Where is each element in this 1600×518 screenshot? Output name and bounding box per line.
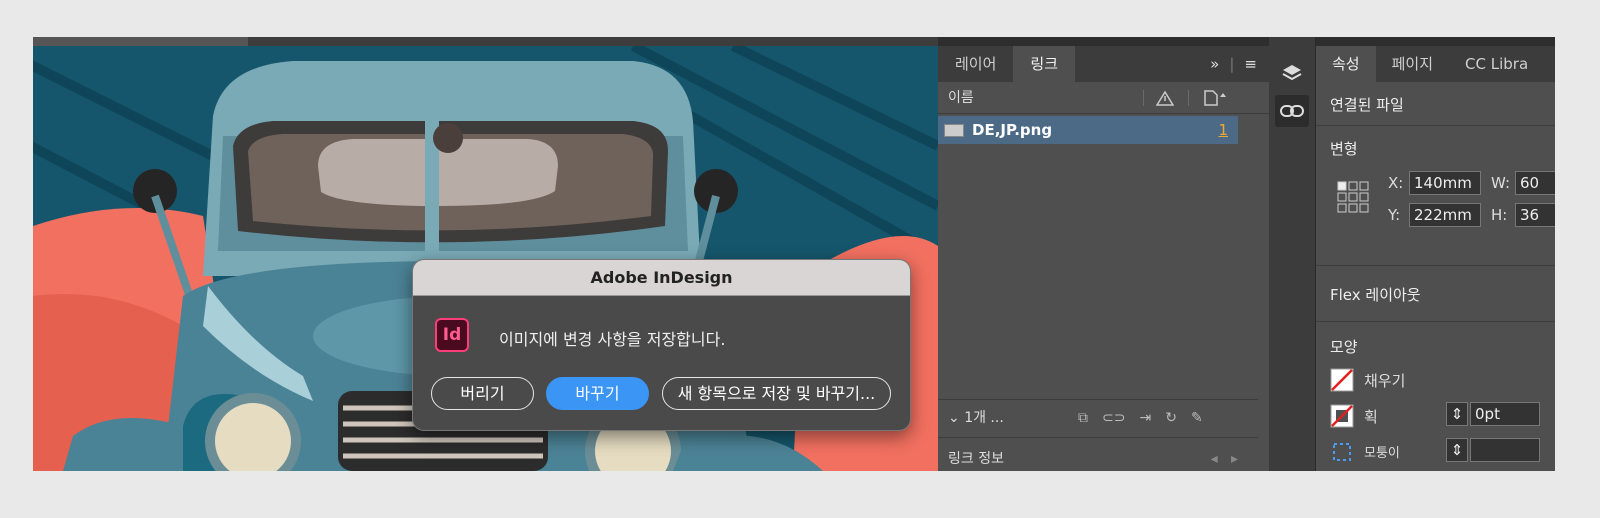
indesign-window: 레이어 링크 » | ≡ 이름 DE,JP.png 1 ⌄ 1개 ... ⧉ ⊂… [33, 37, 1555, 471]
transform-section: 변형 X: 140mm W: 60 Y: 222mm H: 36 [1316, 126, 1555, 266]
links-column-header: 이름 [938, 82, 1269, 114]
h-label: H: [1491, 206, 1508, 224]
y-label: Y: [1388, 206, 1401, 224]
link-page-number[interactable]: 1 [1218, 116, 1228, 144]
stroke-label: 획 [1364, 408, 1378, 426]
link-file-name: DE,JP.png [972, 121, 1053, 139]
flex-layout-section: Flex 레이아웃 [1316, 266, 1555, 322]
dialog-message: 이미지에 변경 사항을 저장합니다. [499, 330, 726, 349]
panel-tools: » | ≡ [1210, 46, 1257, 82]
edit-original-icon[interactable]: ✎ [1191, 400, 1203, 436]
corner-icon[interactable] [1330, 440, 1354, 464]
indesign-app-icon: Id [435, 318, 469, 352]
expand-panel-icon[interactable]: » [1210, 46, 1219, 82]
save-changes-dialog: Adobe InDesign Id 이미지에 변경 사항을 저장합니다. 버리기… [412, 259, 911, 431]
link-row[interactable]: DE,JP.png 1 [938, 116, 1238, 144]
links-panel: 레이어 링크 » | ≡ 이름 DE,JP.png 1 ⌄ 1개 ... ⧉ ⊂… [938, 37, 1269, 471]
page-icon[interactable] [1204, 90, 1226, 106]
links-icon[interactable] [1275, 95, 1309, 127]
stroke-swatch-icon[interactable] [1330, 404, 1354, 428]
go-to-link-icon[interactable]: ⇥ [1139, 400, 1151, 436]
width-field[interactable]: 60 [1515, 171, 1555, 195]
column-name-label[interactable]: 이름 [948, 82, 974, 114]
relink-icon[interactable]: ⊂⊃ [1102, 400, 1125, 436]
link-info-section: 링크 정보 ◂ ▸ [938, 437, 1258, 471]
appearance-title: 모양 [1330, 338, 1358, 356]
transform-title: 변형 [1330, 140, 1358, 158]
tab-pages[interactable]: 페이지 [1376, 46, 1449, 82]
panel-menu-icon[interactable]: ≡ [1244, 46, 1257, 82]
save-as-and-replace-button[interactable]: 새 항목으로 저장 및 바꾸기... [662, 377, 891, 410]
dialog-title: Adobe InDesign [413, 260, 910, 296]
selection-summary[interactable]: ⌄ 1개 ... [948, 400, 1004, 436]
fill-swatch-icon[interactable] [1330, 368, 1354, 392]
linked-file-section: 연결된 파일 [1316, 82, 1555, 126]
links-footer: ⌄ 1개 ... ⧉ ⊂⊃ ⇥ ↻ ✎ [938, 399, 1258, 435]
stroke-weight-field[interactable]: 0pt [1470, 402, 1540, 426]
tab-layers[interactable]: 레이어 [938, 46, 1013, 82]
y-position-field[interactable]: 222mm [1409, 203, 1481, 227]
canvas-ruler [33, 37, 938, 46]
w-label: W: [1491, 174, 1511, 192]
replace-button[interactable]: 바꾸기 [546, 377, 649, 410]
linked-file-title[interactable]: 연결된 파일 [1330, 94, 1404, 115]
layers-icon[interactable] [1275, 57, 1309, 89]
tab-links[interactable]: 링크 [1013, 46, 1076, 82]
tab-cc-libraries[interactable]: CC Libra [1449, 46, 1544, 82]
collapsed-panel-strip [1269, 37, 1315, 471]
panel-collapse-bar[interactable] [1316, 37, 1555, 46]
stroke-stepper[interactable]: ⇕ [1446, 402, 1468, 426]
separator: | [1229, 55, 1235, 73]
flex-layout-title[interactable]: Flex 레이아웃 [1330, 284, 1421, 305]
corner-stepper[interactable]: ⇕ [1446, 438, 1468, 462]
fill-label: 채우기 [1364, 372, 1406, 390]
panel-collapse-bar[interactable] [938, 37, 1269, 46]
properties-tabs: 속성 페이지 CC Libra [1316, 46, 1555, 82]
discard-button[interactable]: 버리기 [431, 377, 534, 410]
height-field[interactable]: 36 [1515, 203, 1555, 227]
relink-cc-icon[interactable]: ⧉ [1078, 400, 1088, 436]
image-thumbnail-icon [944, 124, 964, 137]
link-info-nav-icon[interactable]: ◂ ▸ [1211, 442, 1238, 471]
x-label: X: [1388, 174, 1404, 192]
selection-count-label: 1개 ... [964, 410, 1004, 426]
update-link-icon[interactable]: ↻ [1165, 400, 1177, 436]
link-info-label[interactable]: 링크 정보 [948, 442, 1004, 471]
reference-point-icon[interactable] [1336, 180, 1370, 214]
warning-icon[interactable] [1156, 91, 1174, 106]
corner-label: 모퉁이 [1364, 446, 1400, 461]
x-position-field[interactable]: 140mm [1409, 171, 1481, 195]
appearance-section: 모양 채우기 획 ⇕ 0pt 모퉁이 ⇕ [1316, 322, 1555, 471]
corner-field[interactable] [1470, 438, 1540, 462]
links-toolbar: ⧉ ⊂⊃ ⇥ ↻ ✎ [1078, 400, 1203, 436]
properties-panel: 속성 페이지 CC Libra 연결된 파일 변형 X: 140mm W: 60… [1316, 37, 1555, 471]
tab-properties[interactable]: 속성 [1316, 46, 1376, 82]
